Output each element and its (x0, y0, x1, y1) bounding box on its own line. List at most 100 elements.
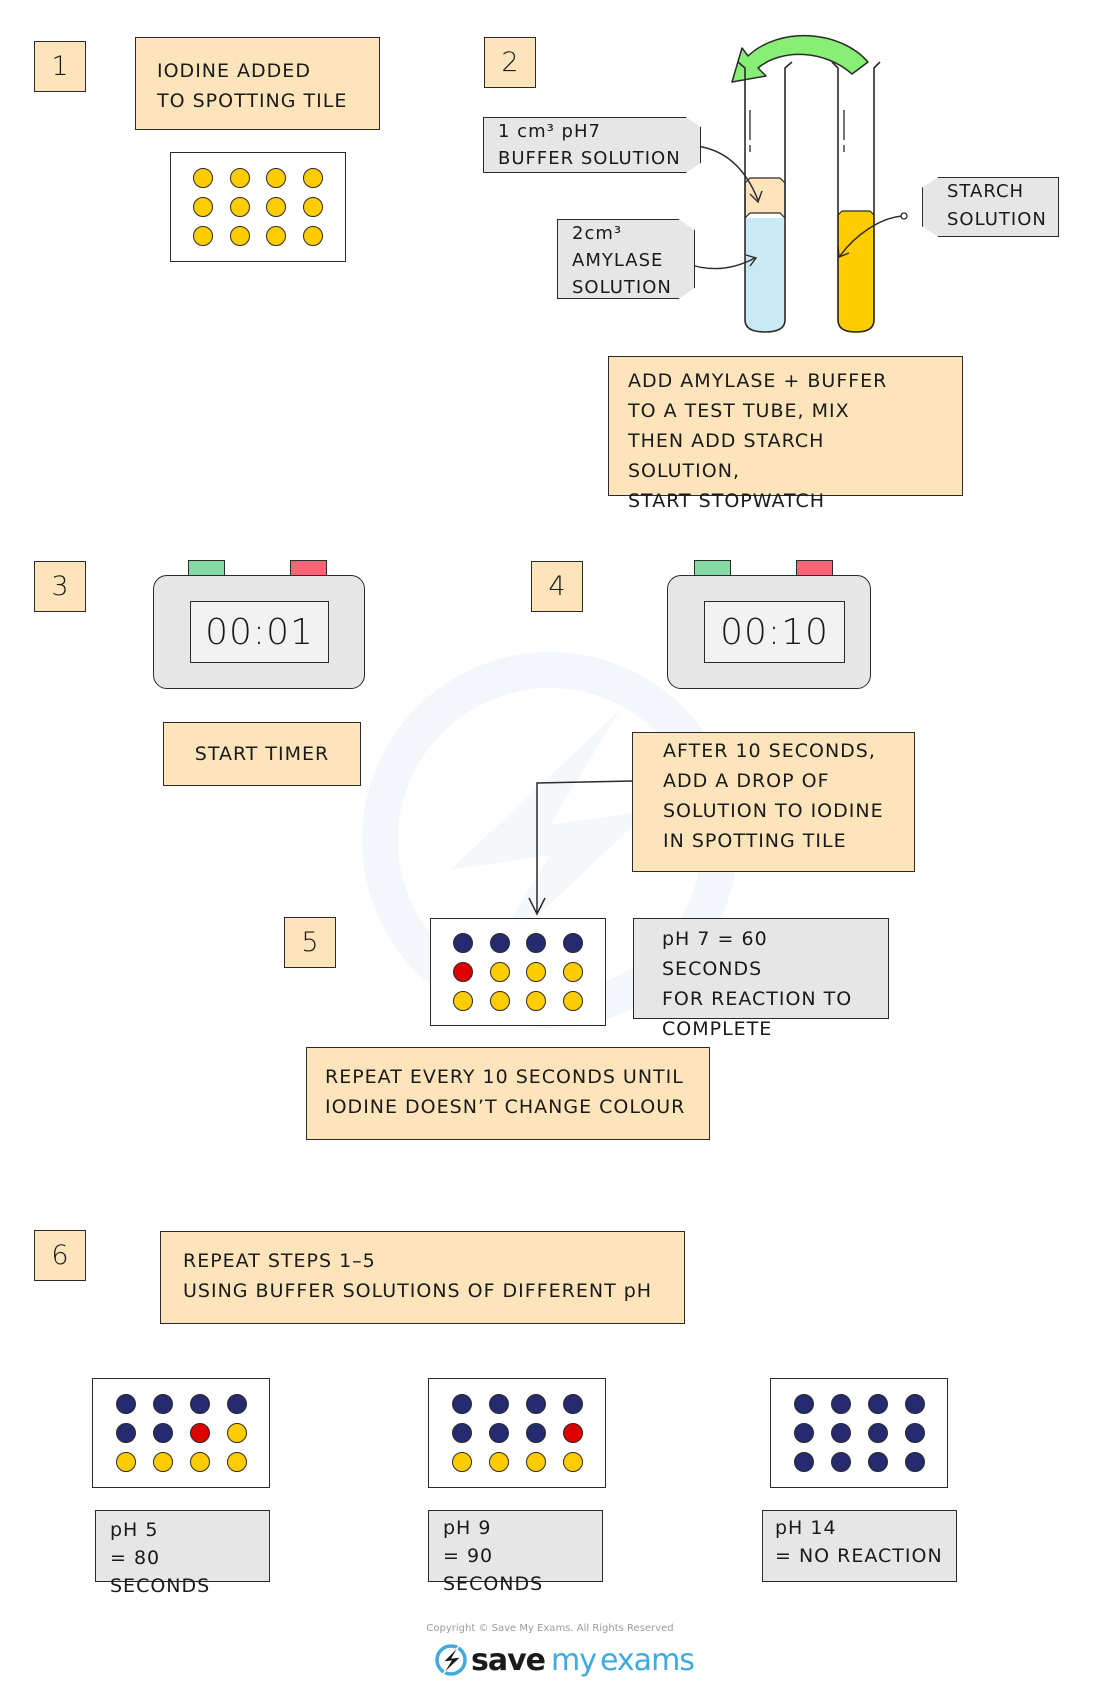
timer-stop-button (796, 560, 833, 576)
well-blue (526, 933, 547, 954)
well-yellow (488, 1452, 509, 1473)
well-blue (562, 933, 583, 954)
step-6-note: REPEAT STEPS 1–5 USING BUFFER SOLUTIONS … (160, 1231, 685, 1324)
brand-save: save (471, 1642, 546, 1678)
step-3-badge: 3 (34, 561, 86, 612)
well-blue (793, 1452, 814, 1473)
step-2-note: ADD AMYLASE + BUFFER TO A TEST TUBE, MIX… (608, 356, 963, 512)
spotting-tile-ph14 (770, 1378, 948, 1488)
well-yellow (229, 226, 250, 247)
well-yellow (193, 167, 214, 188)
well-blue (488, 1393, 509, 1414)
pour-arrow-icon (731, 34, 869, 83)
well-red (562, 1422, 583, 1443)
well-blue (451, 1422, 472, 1443)
well-yellow (226, 1452, 247, 1473)
well-blue (226, 1393, 247, 1414)
stopwatch-step-4: 00:10 (667, 575, 871, 689)
well-blue (830, 1393, 851, 1414)
well-yellow (302, 167, 323, 188)
timer-stop-button (290, 560, 327, 576)
step-number: 4 (548, 571, 566, 602)
well-yellow (266, 196, 287, 217)
stopwatch-step-3: 00:01 (153, 575, 365, 689)
amylase-solution-label: 2cm³ AMYLASE SOLUTION (557, 219, 695, 299)
well-yellow (525, 1452, 546, 1473)
step-number: 3 (51, 571, 69, 602)
brand-logo: save my exams (433, 1640, 695, 1680)
brand-my: my (551, 1642, 597, 1678)
well-blue (830, 1422, 851, 1443)
well-blue (867, 1452, 888, 1473)
well-yellow (489, 990, 510, 1011)
well-yellow (451, 1452, 472, 1473)
well-blue (451, 1393, 472, 1414)
well-blue (830, 1452, 851, 1473)
step-number: 1 (51, 51, 69, 82)
well-yellow (189, 1452, 210, 1473)
buffer-solution-label: 1 cm³ pH7 BUFFER SOLUTION (483, 117, 701, 173)
ph14-result-label: pH 14 = NO REACTION (762, 1510, 957, 1582)
well-yellow (152, 1452, 173, 1473)
copyright-text: Copyright © Save My Exams. All Rights Re… (426, 1623, 674, 1634)
well-yellow (302, 226, 323, 247)
ph7-result-label: pH 7 = 60 SECONDS FOR REACTION TO COMPLE… (633, 918, 889, 1040)
step-5-badge: 5 (284, 917, 336, 968)
amylase-liquid (745, 218, 785, 332)
well-yellow (229, 167, 250, 188)
well-blue (189, 1393, 210, 1414)
well-blue (453, 933, 474, 954)
well-blue (152, 1422, 173, 1443)
well-blue (115, 1393, 136, 1414)
well-yellow (562, 1452, 583, 1473)
well-blue (152, 1393, 173, 1414)
ph9-result-label: pH 9 = 90 SECONDS (428, 1510, 603, 1595)
spotting-tile-step-5 (430, 918, 606, 1026)
well-yellow (193, 196, 214, 217)
well-blue (115, 1422, 136, 1443)
well-yellow (266, 226, 287, 247)
well-yellow (489, 961, 510, 982)
well-blue (793, 1422, 814, 1443)
well-blue (525, 1393, 546, 1414)
well-yellow (302, 196, 323, 217)
well-yellow (562, 961, 583, 982)
lightning-bolt-icon (435, 1644, 467, 1676)
well-yellow (526, 961, 547, 982)
timer-display: 00:01 (190, 601, 329, 663)
drop-pointer-arrow (528, 780, 633, 916)
well-blue (793, 1393, 814, 1414)
well-yellow (266, 167, 287, 188)
well-red (453, 961, 474, 982)
well-blue (867, 1422, 888, 1443)
step-number: 5 (301, 927, 319, 958)
step-4-note: AFTER 10 SECONDS, ADD A DROP OF SOLUTION… (632, 732, 915, 872)
starch-solution-label: STARCH SOLUTION (922, 177, 1059, 237)
well-blue (489, 933, 510, 954)
well-yellow (115, 1452, 136, 1473)
brand-exams: exams (600, 1642, 695, 1678)
well-yellow (526, 990, 547, 1011)
step-number: 6 (51, 1240, 69, 1271)
well-yellow (453, 990, 474, 1011)
well-blue (904, 1393, 925, 1414)
timer-start-button (188, 560, 225, 576)
spotting-tile-ph5 (92, 1378, 270, 1488)
well-blue (488, 1422, 509, 1443)
spotting-tile-step-1 (170, 152, 346, 262)
well-yellow (562, 990, 583, 1011)
step-1-badge: 1 (34, 41, 86, 92)
well-blue (904, 1452, 925, 1473)
ph5-result-label: pH 5 = 80 SECONDS (95, 1510, 270, 1597)
timer-display: 00:10 (704, 601, 845, 663)
step-5-note: REPEAT EVERY 10 SECONDS UNTIL IODINE DOE… (306, 1047, 710, 1140)
well-yellow (226, 1422, 247, 1443)
well-red (189, 1422, 210, 1443)
well-yellow (193, 226, 214, 247)
step-6-badge: 6 (34, 1230, 86, 1281)
step-4-badge: 4 (531, 561, 583, 612)
well-blue (904, 1422, 925, 1443)
timer-start-button (694, 560, 731, 576)
step-1-note: IODINE ADDED TO SPOTTING TILE (135, 37, 380, 130)
well-yellow (229, 196, 250, 217)
